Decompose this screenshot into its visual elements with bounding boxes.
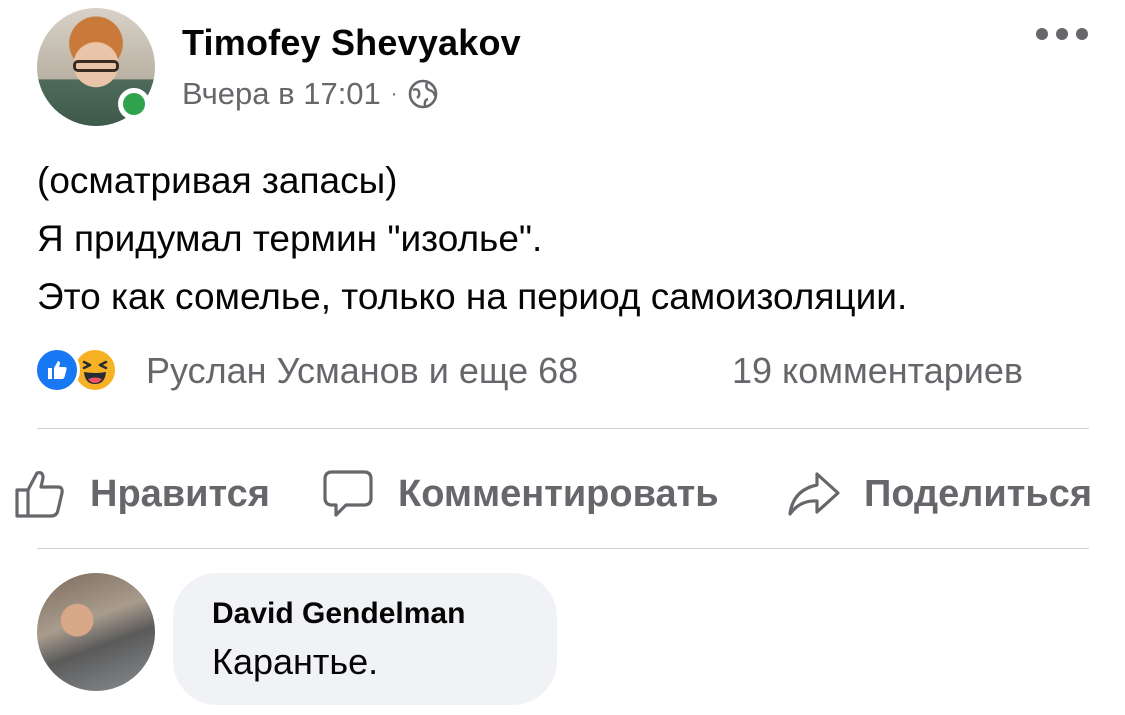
commenter-avatar[interactable] — [37, 573, 155, 691]
comment-author[interactable]: David Gendelman — [212, 597, 465, 631]
post-text: (осматривая запасы) Я придумал термин "и… — [37, 152, 907, 326]
post-line: (осматривая запасы) — [37, 160, 398, 201]
like-icon — [34, 347, 80, 393]
comment-button[interactable]: Комментировать — [320, 466, 719, 522]
thumbs-up-icon — [15, 470, 64, 518]
post-line: Я придумал термин "изолье". — [37, 218, 543, 259]
comment-count[interactable]: 19 комментариев — [732, 350, 1023, 392]
reaction-icons[interactable] — [34, 347, 118, 393]
glasses-shape — [73, 60, 119, 72]
online-status-indicator — [118, 88, 150, 120]
post-line: Это как сомелье, только на период самоиз… — [37, 276, 908, 317]
comment-bubble[interactable] — [173, 573, 557, 705]
post-timestamp[interactable]: Вчера в 17:01 — [182, 76, 381, 112]
share-button[interactable]: Поделиться — [786, 466, 1092, 522]
globe-icon[interactable] — [407, 78, 439, 110]
divider — [37, 548, 1089, 549]
more-dot-icon — [1056, 28, 1068, 40]
comment-bubble-icon — [323, 470, 373, 517]
share-arrow-icon — [788, 472, 840, 516]
post-meta: Вчера в 17:01 · — [182, 76, 439, 112]
like-label: Нравится — [90, 472, 270, 515]
divider — [37, 428, 1089, 429]
comment-text: Карантье. — [212, 641, 379, 682]
comment-label: Комментировать — [398, 472, 719, 515]
reactors-summary[interactable]: Руслан Усманов и еще 68 — [146, 350, 578, 392]
share-label: Поделиться — [864, 472, 1093, 515]
like-button[interactable]: Нравится — [12, 466, 270, 522]
author-name[interactable]: Timofey Shevyakov — [182, 22, 521, 64]
more-options-button[interactable] — [1036, 28, 1088, 40]
meta-separator: · — [390, 82, 398, 105]
more-dot-icon — [1076, 28, 1088, 40]
more-dot-icon — [1036, 28, 1048, 40]
